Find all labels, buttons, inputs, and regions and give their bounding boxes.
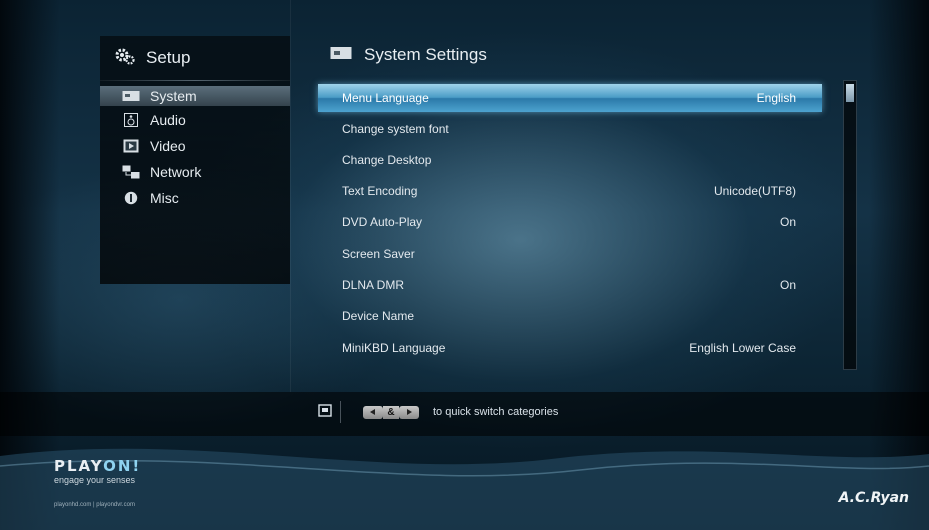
category-label: Misc <box>150 190 179 206</box>
setting-label: Screen Saver <box>342 247 415 261</box>
setting-label: MiniKBD Language <box>342 341 446 355</box>
network-icon <box>122 164 140 180</box>
system-icon <box>330 46 352 65</box>
system-icon <box>122 88 140 104</box>
panel-divider <box>290 0 291 392</box>
setting-text-encoding[interactable]: Text Encoding Unicode(UTF8) <box>318 177 822 205</box>
right-key-icon <box>399 405 419 419</box>
setting-label: Text Encoding <box>342 184 418 198</box>
screen: Setup System Audio Video Network Misc Sy… <box>0 0 929 530</box>
hint-separator <box>340 401 341 423</box>
setting-value: On <box>779 278 796 292</box>
setup-category-panel: Setup System Audio Video Network Misc <box>100 36 290 284</box>
brand-logo: PLAYON! engage your senses playonhd.com … <box>54 457 142 509</box>
setting-label: Change system font <box>342 122 449 136</box>
audio-icon <box>122 112 140 128</box>
setup-header: Setup <box>114 44 190 72</box>
main-header: System Settings <box>330 42 487 68</box>
category-label: Video <box>150 138 186 154</box>
setting-value: On <box>779 215 796 229</box>
scrollbar-thumb[interactable] <box>846 84 854 102</box>
category-video[interactable]: Video <box>100 136 290 156</box>
category-label: Network <box>150 164 202 180</box>
hint-amp: & <box>383 405 399 419</box>
setting-label: DVD Auto-Play <box>342 215 423 229</box>
setting-label: Device Name <box>342 309 415 323</box>
category-system[interactable]: System <box>100 86 290 106</box>
hint-text: to quick switch categories <box>433 406 559 418</box>
setting-minikbd-language[interactable]: MiniKBD Language English Lower Case <box>318 334 822 362</box>
category-network[interactable]: Network <box>100 162 290 182</box>
left-key-icon <box>363 405 383 419</box>
page-title: System Settings <box>364 45 487 64</box>
brand-websites: playonhd.com | playondvr.com <box>54 502 135 508</box>
setting-menu-language[interactable]: Menu Language English <box>318 84 822 112</box>
setting-value: Unicode(UTF8) <box>713 184 796 198</box>
brand-tagline: engage your senses <box>54 475 136 485</box>
category-label: System <box>150 88 197 104</box>
brand-logo-text: PLAYON! <box>54 457 142 475</box>
maker-logo: A.C.Ryan <box>838 490 909 506</box>
setting-label: Menu Language <box>342 91 429 105</box>
hint: & to quick switch categories <box>318 401 558 423</box>
category-misc[interactable]: Misc <box>100 188 290 208</box>
info-icon <box>122 190 140 206</box>
setting-screen-saver[interactable]: Screen Saver <box>318 240 822 268</box>
setting-device-name[interactable]: Device Name <box>318 302 822 330</box>
setting-change-desktop[interactable]: Change Desktop <box>318 146 822 174</box>
setup-header-divider <box>100 80 290 81</box>
setting-dvd-auto-play[interactable]: DVD Auto-Play On <box>318 208 822 236</box>
setting-value: English Lower Case <box>689 341 796 355</box>
info-box-icon <box>318 403 332 421</box>
video-icon <box>122 138 140 154</box>
settings-scrollbar[interactable] <box>843 80 857 370</box>
category-audio[interactable]: Audio <box>100 110 290 130</box>
setup-gear-icon <box>114 46 136 71</box>
setting-dlna-dmr[interactable]: DLNA DMR On <box>318 271 822 299</box>
setup-title: Setup <box>146 48 191 67</box>
setting-label: Change Desktop <box>342 153 432 167</box>
setting-change-system-font[interactable]: Change system font <box>318 115 822 143</box>
setting-label: DLNA DMR <box>342 278 405 292</box>
category-label: Audio <box>150 112 186 128</box>
setting-value: English <box>756 91 796 105</box>
